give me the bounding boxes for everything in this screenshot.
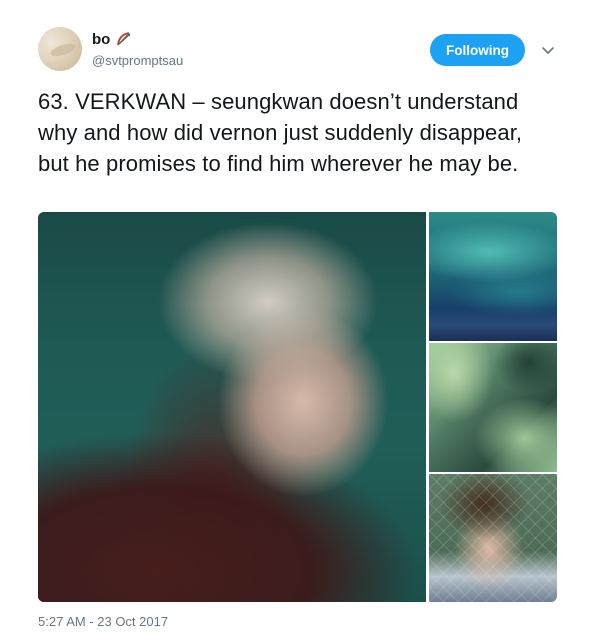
avatar[interactable] (38, 27, 82, 71)
chevron-down-icon[interactable] (540, 42, 556, 58)
user-name-row: bo (92, 30, 133, 48)
photo-thumbnail-sky[interactable] (429, 212, 557, 341)
tweet-text: 63. VERKWAN – seungkwan doesn’t understa… (38, 89, 523, 176)
bow-and-arrow-icon (115, 30, 133, 48)
user-handle[interactable]: @svtpromptsau (92, 53, 183, 68)
main-photo[interactable] (38, 212, 426, 602)
tweet-timestamp[interactable]: 5:27 AM - 23 Oct 2017 (38, 614, 168, 629)
photo-thumbnail-portrait[interactable] (429, 474, 557, 602)
following-button[interactable]: Following (430, 34, 525, 66)
media-grid (38, 212, 557, 602)
display-name[interactable]: bo (92, 31, 110, 48)
photo-thumbnail-leaves[interactable] (429, 343, 557, 472)
